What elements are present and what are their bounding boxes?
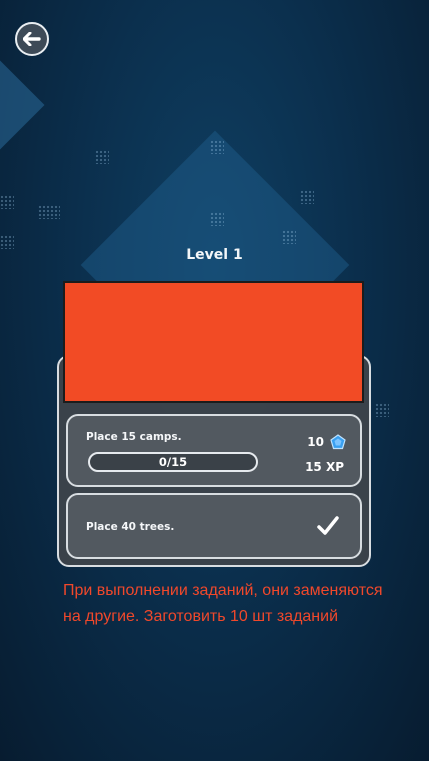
xp-reward: 15 XP xyxy=(305,460,344,474)
background-pattern xyxy=(38,205,60,219)
background-pattern xyxy=(95,150,109,164)
task-progress-text: 0/15 xyxy=(158,455,188,469)
level-title: Level 1 xyxy=(186,247,243,263)
task-label: Place 40 trees. xyxy=(86,521,175,533)
task-progress-bar: 0/15 xyxy=(88,452,258,472)
back-button[interactable] xyxy=(15,22,49,56)
arrow-left-icon xyxy=(23,32,41,46)
task-card[interactable]: Place 15 camps. 0/15 10 15 XP xyxy=(66,414,362,487)
gem-reward: 10 xyxy=(307,434,346,450)
checkmark-icon xyxy=(317,516,339,535)
annotation-note: При выполнении заданий, они заменяются н… xyxy=(63,582,383,625)
background-pattern xyxy=(210,140,224,154)
task-card[interactable]: Place 40 trees. xyxy=(66,493,362,559)
quest-banner xyxy=(63,281,364,403)
background-tile xyxy=(0,55,45,155)
background-pattern xyxy=(210,212,224,226)
background-pattern xyxy=(375,403,389,417)
task-label: Place 15 camps. xyxy=(86,431,182,443)
background-pattern xyxy=(0,195,14,209)
background-pattern xyxy=(282,230,296,244)
gem-icon xyxy=(330,434,346,450)
gem-reward-amount: 10 xyxy=(307,435,324,449)
background-pattern xyxy=(300,190,314,204)
